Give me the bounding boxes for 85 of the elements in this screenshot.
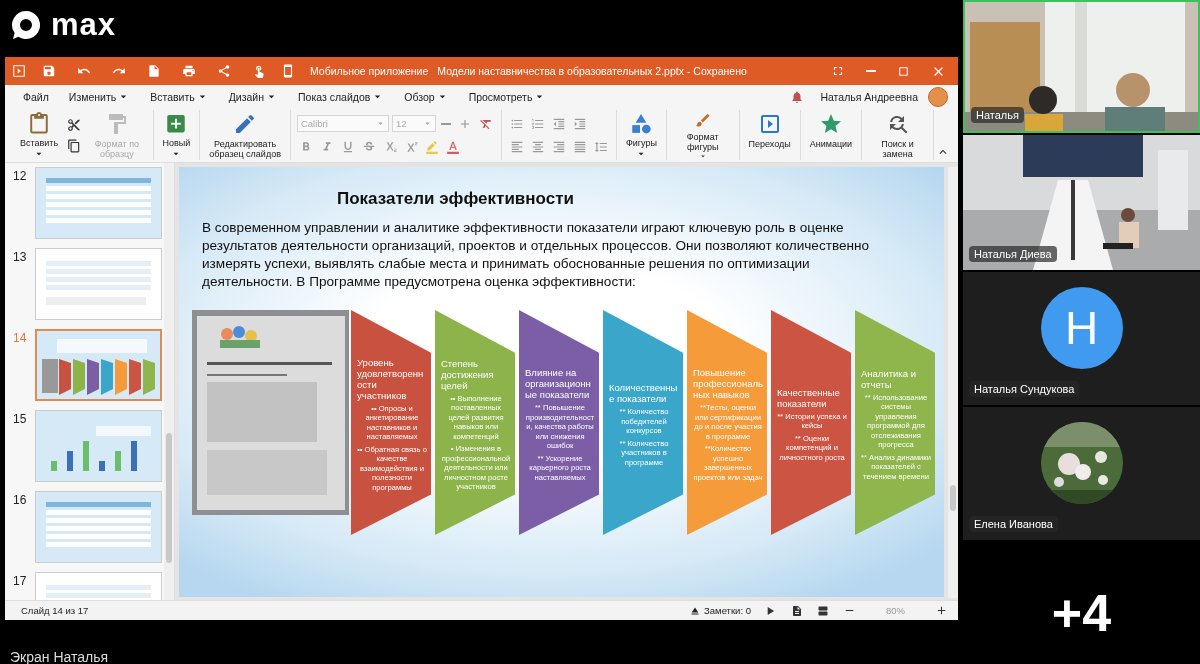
indicator-title: Аналитика и отчеты (861, 367, 917, 390)
line-spacing-icon (593, 139, 608, 154)
share-icon (217, 64, 231, 78)
page-icon (791, 604, 803, 617)
indicator-title: Качественные показатели (777, 386, 841, 409)
more-participants[interactable]: +4 (963, 542, 1200, 664)
participant-tile[interactable]: Елена Иванова (963, 407, 1200, 540)
ribbon-button[interactable]: Формат фигуры (673, 110, 733, 160)
letter-avatar: Н (1040, 286, 1123, 369)
ribbon-button[interactable]: Поиск и замена (868, 110, 927, 160)
notification-icon (790, 89, 805, 104)
ribbon-button[interactable]: Редактировать образец слайдов (206, 110, 284, 160)
justify-icon (572, 139, 587, 154)
indent-icon (572, 116, 587, 131)
indicator-title: Количественные показатели (609, 382, 679, 404)
slide-number: 12 (13, 168, 28, 183)
menu-item[interactable]: Просмотреть (460, 88, 555, 105)
menu-item[interactable]: Показ слайдов (290, 88, 393, 105)
minimize-icon (866, 70, 876, 72)
view-icon (817, 604, 829, 617)
indicator-title: Степень достижения целей (441, 357, 495, 391)
align-left-icon (509, 139, 524, 154)
zoom-level: 80% (885, 605, 906, 616)
scrollbar[interactable] (948, 167, 958, 598)
screen-share-caption: Экран Наталья (9, 648, 110, 664)
font-color-icon (445, 139, 460, 154)
slide-thumbnail[interactable] (35, 491, 162, 563)
file-icon (147, 64, 161, 78)
copy-icon (67, 138, 82, 153)
slide-number: 14 (13, 330, 28, 345)
align-center-icon (530, 139, 545, 154)
save-icon (42, 64, 56, 78)
slide-title: Показатели эффективности (336, 188, 575, 209)
scissors-icon (67, 117, 82, 132)
logo-text: max (51, 6, 117, 43)
indicator-title: Повышение профессиональных навыков (693, 367, 763, 400)
highlighter-icon (424, 139, 439, 154)
ribbon-button[interactable]: Новый (159, 110, 194, 160)
slide-thumbnail[interactable] (35, 329, 162, 401)
menu-item[interactable]: Дизайн (220, 88, 286, 105)
menu-item[interactable]: Файл (15, 88, 57, 105)
indicator-title: Влияние на организационные показатели (525, 367, 592, 400)
slide-thumbnail[interactable] (35, 167, 162, 239)
pointer-icon (252, 64, 266, 78)
slide-paragraph: В современном управлении и аналитике эффективности показатели играют ключевую роль в оценке результатов деятельности организаций, проектов и отдельных процессов. Они позволяют количественно измерять успехи, выявлять слабые места и принимать обоснованные решения по оптимизации деятельности. В Программе предусмотрена оценка эффективности: (201, 219, 871, 291)
window-title: Модели наставничества в образовательных 2.pptx - Сохранено (437, 65, 747, 77)
slide-thumbnail[interactable] (35, 410, 162, 482)
menu-item[interactable]: Вставить (142, 88, 217, 105)
fullscreen-icon (831, 64, 845, 78)
slide-thumbnail[interactable] (35, 248, 162, 320)
slide-counter: Слайд 14 из 17 (21, 605, 89, 616)
ribbon-button[interactable]: Вставить (17, 110, 62, 160)
slide-number: 15 (13, 411, 28, 426)
ribbon-button[interactable]: Переходы (745, 110, 794, 160)
numbered-list-icon (530, 116, 545, 131)
minus-icon (440, 122, 451, 125)
user-name: Наталья Андреевна (820, 90, 918, 103)
participant-tile[interactable]: Н Наталья Сундукова (963, 272, 1200, 405)
ribbon-button[interactable]: Фигуры (622, 110, 660, 160)
menu-item[interactable]: Обзор (396, 88, 457, 105)
menu-item[interactable]: Изменить (60, 88, 139, 105)
maximize-icon (897, 64, 910, 78)
plus-icon (935, 604, 948, 617)
participant-tile[interactable]: Наталья Диева (963, 135, 1200, 270)
slide-number: 13 (13, 249, 28, 264)
participant-name: Елена Иванова (969, 516, 1058, 532)
outdent-icon (551, 116, 566, 131)
slide-number: 17 (13, 573, 28, 588)
app-icon (11, 63, 27, 79)
printer-icon (182, 64, 196, 78)
ribbon-button[interactable]: Анимации (806, 110, 856, 160)
align-right-icon (551, 139, 566, 154)
indicator-title: Уровень удовлетворенности участников (357, 356, 425, 401)
shapes-icon (629, 112, 654, 136)
star-icon (818, 112, 843, 136)
participant-tile[interactable]: Наталья (963, 0, 1200, 133)
participant-name: Наталья (971, 107, 1024, 123)
user-avatar[interactable] (928, 86, 948, 107)
scrollbar[interactable] (164, 163, 174, 600)
participant-name: Наталья Диева (969, 246, 1057, 262)
slide-number: 16 (13, 492, 28, 507)
phone-icon (281, 64, 295, 78)
participant-name: Наталья Сундукова (969, 381, 1080, 397)
notes-button[interactable]: Заметки: 0 (689, 604, 751, 617)
tooltip-text: Мобильное приложение (310, 65, 429, 77)
